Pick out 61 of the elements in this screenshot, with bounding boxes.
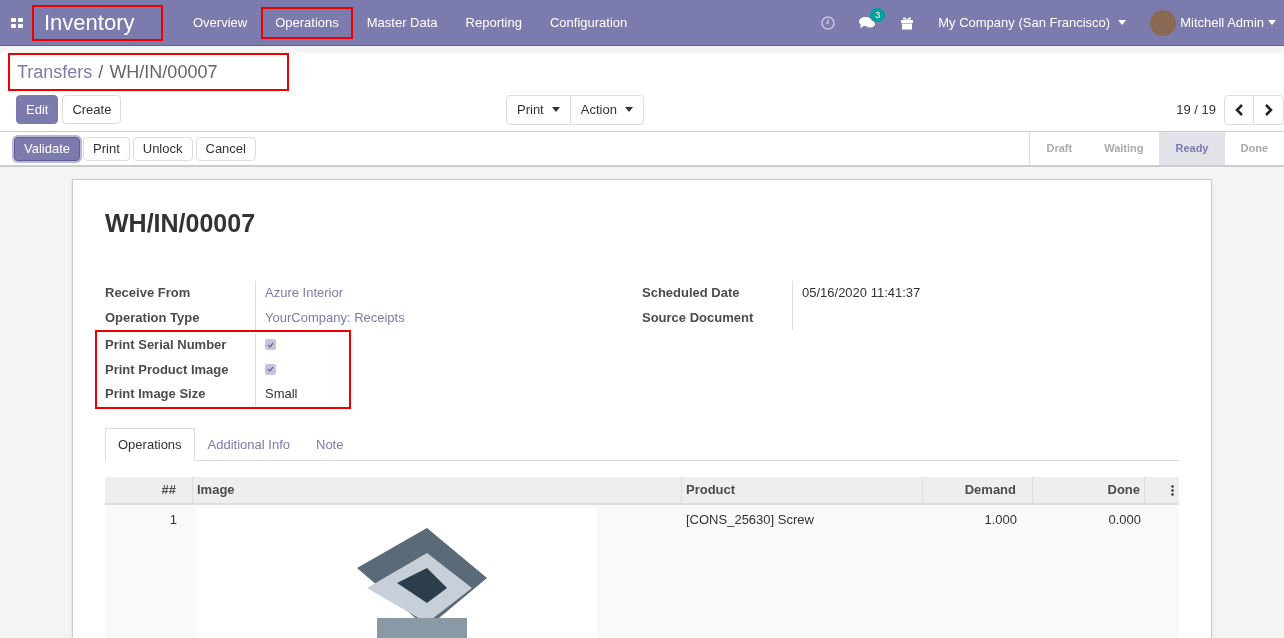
column-header[interactable]: Demand (923, 477, 1033, 503)
field-label: Print Serial Number (105, 336, 228, 354)
tab[interactable]: Additional Info (194, 428, 303, 461)
print-report-button[interactable]: Print (83, 136, 130, 161)
gift-icon[interactable] (900, 15, 915, 30)
menu-item[interactable]: Configuration (535, 6, 642, 39)
caret-icon (1268, 20, 1276, 25)
breadcrumb-separator: / (98, 60, 104, 84)
chevron-left-icon (1234, 103, 1244, 116)
app-name: Inventory (32, 4, 163, 41)
checkbox[interactable] (265, 339, 276, 351)
field-label: Receive From (105, 284, 192, 302)
status-step: Ready (1159, 132, 1225, 165)
tab[interactable]: Note (303, 428, 357, 461)
caret-icon (551, 107, 560, 112)
unlock-button[interactable]: Unlock (132, 136, 193, 161)
column-header[interactable]: ## (105, 477, 193, 503)
dropdown-button[interactable]: Action (569, 95, 643, 124)
column-header[interactable]: Image (193, 477, 682, 503)
field-link[interactable]: YourCompany: Receipts (265, 307, 405, 327)
field-value: Small (265, 385, 298, 403)
caret-icon (624, 107, 633, 112)
avatar (1150, 9, 1177, 36)
chevron-right-icon (1264, 103, 1273, 116)
table-cell-text: 1 (168, 511, 178, 529)
validate-button[interactable]: Validate (14, 136, 80, 161)
field-label: Source Document (642, 308, 755, 327)
column-header[interactable]: Done (1033, 477, 1145, 503)
breadcrumb-item[interactable]: Transfers (17, 58, 93, 86)
column-header[interactable]: Product (682, 477, 923, 503)
menu-item[interactable]: Overview (179, 6, 262, 39)
create-button[interactable]: Create (62, 95, 122, 124)
menu-item[interactable]: Master Data (352, 6, 452, 39)
dropdown-button[interactable]: Print (507, 95, 570, 124)
status-step: Done (1224, 132, 1284, 165)
field-label: Operation Type (105, 308, 201, 327)
status-step: Draft (1030, 132, 1089, 165)
field-value: 05/16/2020 11:41:37 (802, 284, 921, 302)
table-cell-text: 1.000 (983, 511, 1018, 529)
field-label: Print Product Image (105, 360, 230, 379)
field-label: Scheduled Date (642, 284, 741, 302)
tab[interactable]: Operations (105, 428, 195, 461)
menu-item[interactable]: Operations (261, 6, 353, 39)
more-options-icon[interactable] (1171, 484, 1174, 496)
menu-item[interactable]: Reporting (451, 6, 536, 39)
cancel-button[interactable]: Cancel (195, 136, 256, 161)
apps-menu-icon[interactable] (10, 15, 24, 30)
table-cell-text: [CONS_25630] Screw (685, 511, 815, 529)
status-step: Waiting (1088, 132, 1160, 165)
field-label: Print Image Size (105, 385, 207, 403)
table-cell-text: 0.000 (1107, 511, 1142, 529)
user-menu[interactable]: Mitchell Admin (1150, 9, 1276, 36)
breadcrumb-item: WH/IN/00007 (109, 60, 218, 84)
record-title: WH/IN/00007 (105, 208, 257, 239)
pager-value: 19 / 19 (1176, 100, 1216, 119)
field-link[interactable]: Azure Interior (265, 283, 344, 303)
message-count-badge: 3 (870, 7, 886, 22)
company-switcher[interactable]: My Company (San Francisco) (938, 12, 1127, 33)
caret-icon (1118, 20, 1127, 25)
checkbox[interactable] (265, 363, 276, 375)
edit-button[interactable]: Edit (16, 95, 59, 124)
